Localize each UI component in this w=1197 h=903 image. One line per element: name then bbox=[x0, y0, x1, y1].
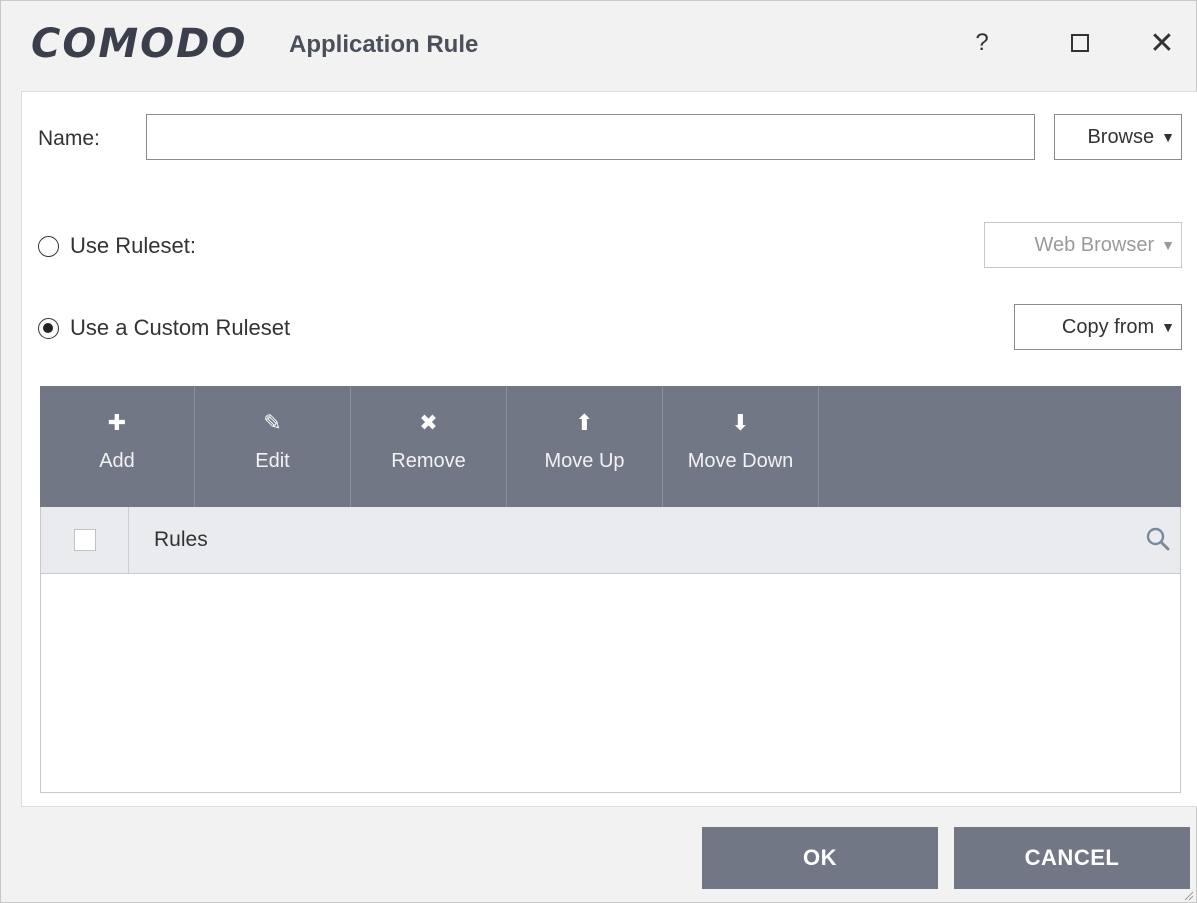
application-rule-dialog: COMODO Application Rule ? ✕ Name: Browse… bbox=[0, 0, 1197, 903]
ok-button[interactable]: OK bbox=[702, 827, 938, 889]
ruleset-select-value: Web Browser bbox=[1034, 233, 1155, 256]
rules-column-header: Rules bbox=[154, 528, 208, 551]
arrow-up-icon: ⬆ bbox=[575, 410, 594, 435]
dialog-title: Application Rule bbox=[289, 31, 479, 58]
dropdown-arrow-icon: ▼ bbox=[1161, 319, 1175, 335]
select-all-cell bbox=[41, 507, 129, 573]
copy-from-dropdown[interactable]: Copy from ▼ bbox=[1014, 304, 1182, 350]
browse-label: Browse bbox=[1087, 125, 1155, 148]
use-custom-ruleset-option[interactable]: Use a Custom Ruleset bbox=[38, 315, 290, 341]
edit-label: Edit bbox=[255, 450, 290, 472]
move-down-button[interactable]: ⬇ Move Down bbox=[663, 386, 819, 507]
remove-button[interactable]: ✖ Remove bbox=[351, 386, 507, 507]
use-ruleset-radio[interactable] bbox=[38, 235, 59, 257]
use-ruleset-label: Use Ruleset: bbox=[70, 233, 196, 258]
name-input[interactable] bbox=[146, 114, 1035, 160]
maximize-button[interactable] bbox=[1055, 21, 1105, 65]
search-icon[interactable] bbox=[1144, 525, 1172, 553]
dropdown-arrow-icon: ▼ bbox=[1161, 237, 1175, 253]
move-up-label: Move Up bbox=[544, 450, 625, 472]
x-icon: ✖ bbox=[419, 410, 438, 435]
copy-from-label: Copy from bbox=[1061, 315, 1155, 338]
edit-button[interactable]: ✎ Edit bbox=[195, 386, 351, 507]
pencil-icon: ✎ bbox=[263, 410, 282, 435]
plus-icon: ✚ bbox=[107, 410, 127, 435]
title-bar: COMODO Application Rule ? ✕ bbox=[1, 1, 1197, 89]
select-all-checkbox[interactable] bbox=[73, 529, 96, 551]
use-custom-ruleset-radio[interactable] bbox=[38, 317, 59, 339]
rules-table: Rules bbox=[40, 507, 1181, 793]
use-custom-ruleset-label: Use a Custom Ruleset bbox=[70, 315, 291, 340]
remove-label: Remove bbox=[391, 450, 466, 472]
move-up-button[interactable]: ⬆ Move Up bbox=[507, 386, 663, 507]
resize-grip-icon[interactable] bbox=[1182, 888, 1194, 901]
help-icon: ? bbox=[975, 29, 989, 56]
dropdown-arrow-icon: ▼ bbox=[1161, 129, 1175, 145]
cancel-button[interactable]: CANCEL bbox=[954, 827, 1190, 889]
add-button[interactable]: ✚ Add bbox=[40, 386, 195, 507]
rule-settings-panel: Name: Browse ▼ Use Ruleset: Web Browser … bbox=[21, 91, 1197, 807]
rules-toolbar: ✚ Add ✎ Edit ✖ Remove ⬆ Move Up ⬇ Move D… bbox=[40, 386, 1181, 507]
move-down-label: Move Down bbox=[687, 450, 794, 472]
name-label: Name: bbox=[38, 127, 100, 150]
close-button[interactable]: ✕ bbox=[1137, 21, 1187, 65]
rules-table-header: Rules bbox=[41, 507, 1180, 574]
comodo-logo: COMODO bbox=[31, 21, 248, 67]
ruleset-select[interactable]: Web Browser ▼ bbox=[984, 222, 1182, 268]
use-ruleset-option[interactable]: Use Ruleset: bbox=[38, 233, 196, 259]
help-button[interactable]: ? bbox=[957, 21, 1007, 65]
add-label: Add bbox=[99, 450, 135, 472]
browse-dropdown[interactable]: Browse ▼ bbox=[1054, 114, 1182, 160]
arrow-down-icon: ⬇ bbox=[731, 410, 750, 435]
close-icon: ✕ bbox=[1149, 26, 1175, 60]
maximize-icon bbox=[1071, 34, 1089, 52]
